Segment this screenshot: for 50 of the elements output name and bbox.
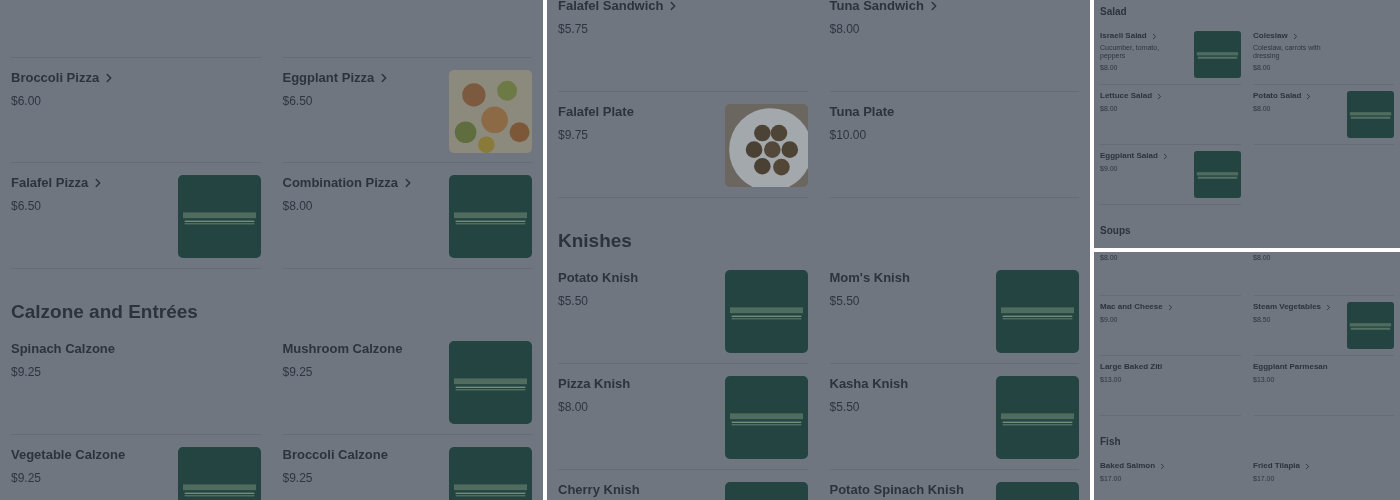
item-name: Fried Tilapia — [1253, 461, 1300, 471]
item-name: Falafel Sandwich — [558, 0, 664, 14]
item-name: Cherry Knish — [558, 482, 640, 498]
item-name: Falafel Pizza — [11, 175, 89, 191]
item-price: $9.25 — [11, 471, 43, 485]
section-heading: Soups — [1100, 224, 1132, 238]
section-heading: Salad — [1100, 5, 1128, 19]
item-name: Lettuce Salad — [1100, 91, 1152, 101]
item-price: $8.00 — [829, 22, 861, 36]
item-name: Steam Vegetables — [1253, 302, 1322, 312]
item-name: Vegetable Calzone — [11, 447, 126, 463]
item-name: Tuna Plate — [829, 104, 895, 120]
item-price: $6.00 — [11, 94, 43, 108]
item-price: $9.25 — [282, 471, 314, 485]
item-price: $9.75 — [558, 128, 590, 142]
item-price: $6.50 — [11, 199, 43, 213]
item-name: Kasha Knish — [829, 376, 909, 392]
section-heading: Knishes — [558, 229, 633, 253]
item-price: $9.25 — [11, 365, 43, 379]
item-price: $6.50 — [282, 94, 314, 108]
item-price: $5.50 — [829, 400, 861, 414]
item-name: Coleslaw — [1253, 31, 1288, 41]
item-price: $9.25 — [282, 365, 314, 379]
item-name: Combination Pizza — [282, 175, 399, 191]
section-heading: Calzone and Entrées — [11, 300, 199, 324]
item-name: Broccoli Calzone — [282, 447, 388, 463]
item-name: Mac and Cheese — [1100, 302, 1163, 312]
item-price: $10.00 — [829, 128, 868, 142]
item-name: Mom's Knish — [829, 270, 910, 286]
item-name: Spinach Calzone — [11, 341, 116, 357]
item-price: $8.00 — [558, 400, 590, 414]
item-name: Large Baked Ziti — [1100, 362, 1163, 372]
item-name: Broccoli Pizza — [11, 70, 100, 86]
item-name: Israeli Salad — [1100, 31, 1147, 41]
item-name: Eggplant Pizza — [282, 70, 375, 86]
item-name: Potato Spinach Knish — [829, 482, 964, 498]
item-name: Pizza Knish — [558, 376, 631, 392]
item-price: $5.50 — [829, 294, 861, 308]
item-name: Falafel Plate — [558, 104, 634, 120]
item-name: Eggplant Salad — [1100, 151, 1158, 161]
item-name: Potato Salad — [1253, 91, 1302, 101]
item-name: Mushroom Calzone — [282, 341, 403, 357]
item-name: Baked Salmon — [1100, 461, 1156, 471]
item-name: Potato Knish — [558, 270, 639, 286]
item-name: Tuna Sandwich — [829, 0, 924, 14]
item-price: $5.50 — [558, 294, 590, 308]
section-heading: Fish — [1100, 435, 1122, 449]
item-name: Eggplant Parmesan — [1253, 362, 1328, 372]
item-price: $8.00 — [282, 199, 314, 213]
item-price: $5.75 — [558, 22, 590, 36]
